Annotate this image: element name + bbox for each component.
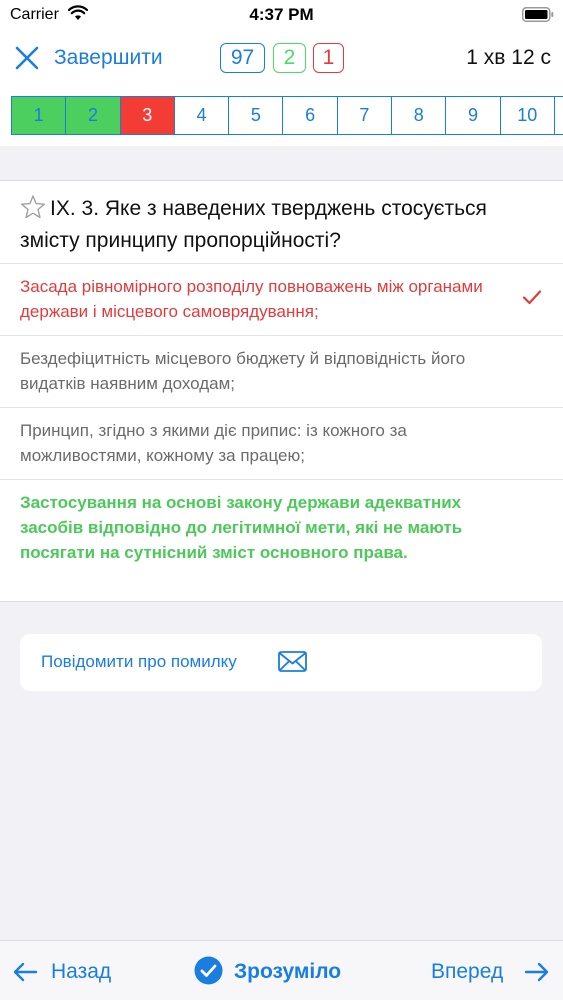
question-number-1[interactable]: 1: [12, 97, 67, 134]
timer: 1 хв 12 с: [466, 46, 551, 69]
question-card: IX. 3. Яке з наведених тверджень стосуєт…: [0, 180, 563, 602]
question-strip: 1 2 3 4 5 6 7 8 9 10: [11, 96, 563, 135]
answer-text: Застосування на основі закону держави ад…: [20, 493, 463, 562]
back-label: Назад: [51, 960, 112, 983]
question-number-9[interactable]: 9: [446, 97, 501, 134]
answer-option-4[interactable]: Застосування на основі закону держави ад…: [0, 479, 563, 603]
mail-icon: [278, 651, 307, 672]
star-outline-icon[interactable]: [20, 194, 46, 220]
nav-bar: Завершити 97 2 1 1 хв 12 с: [0, 36, 563, 80]
arrow-right-icon: [524, 962, 549, 982]
arrow-left-icon: [13, 962, 38, 982]
answer-option-2[interactable]: Бездефіцитність місцевого бюджету й відп…: [0, 335, 563, 407]
next-label: Вперед: [431, 960, 504, 983]
correct-count-badge: 2: [273, 43, 306, 73]
battery-icon: [522, 7, 554, 22]
bottom-toolbar: Назад Зрозуміло Вперед: [0, 940, 563, 1000]
question-number-4[interactable]: 4: [174, 97, 230, 134]
next-button[interactable]: Вперед: [431, 959, 553, 985]
answer-text: Принцип, згідно з якими діє припис: із к…: [20, 421, 407, 465]
check-circle-icon: [194, 956, 223, 985]
question-number-7[interactable]: 7: [337, 97, 393, 134]
question-number-8[interactable]: 8: [392, 97, 447, 134]
total-count-badge: 97: [220, 43, 265, 73]
finish-button[interactable]: Завершити: [54, 46, 163, 70]
understood-button[interactable]: Зрозуміло: [194, 956, 364, 986]
question: IX. 3. Яке з наведених тверджень стосуєт…: [20, 193, 550, 257]
header: Carrier 4:37 PM Завершити 97 2 1 1 хв 12…: [0, 0, 563, 146]
report-error-label: Повідомити про помилку: [41, 652, 237, 671]
answer-text: Засада рівномірного розподілу повноважен…: [20, 277, 483, 321]
question-text: IX. 3. Яке з наведених тверджень стосуєт…: [20, 197, 487, 252]
close-icon[interactable]: [14, 45, 40, 71]
answer-option-1[interactable]: Засада рівномірного розподілу повноважен…: [0, 263, 563, 335]
checkmark-icon: [522, 290, 542, 305]
question-number-3[interactable]: 3: [120, 97, 175, 134]
question-number-next[interactable]: [554, 97, 563, 134]
question-number-6[interactable]: 6: [283, 97, 338, 134]
answer-text: Бездефіцитність місцевого бюджету й відп…: [20, 349, 466, 393]
answer-option-3[interactable]: Принцип, згідно з якими діє припис: із к…: [0, 407, 563, 479]
question-number-5[interactable]: 5: [229, 97, 284, 134]
understood-label: Зрозуміло: [234, 960, 342, 983]
report-error-button[interactable]: Повідомити про помилку: [20, 634, 542, 691]
question-number-10[interactable]: 10: [500, 97, 555, 134]
status-time: 4:37 PM: [249, 5, 314, 24]
question-number-2[interactable]: 2: [66, 97, 121, 134]
status-bar: Carrier 4:37 PM: [0, 0, 563, 30]
wrong-count-badge: 1: [313, 43, 344, 73]
